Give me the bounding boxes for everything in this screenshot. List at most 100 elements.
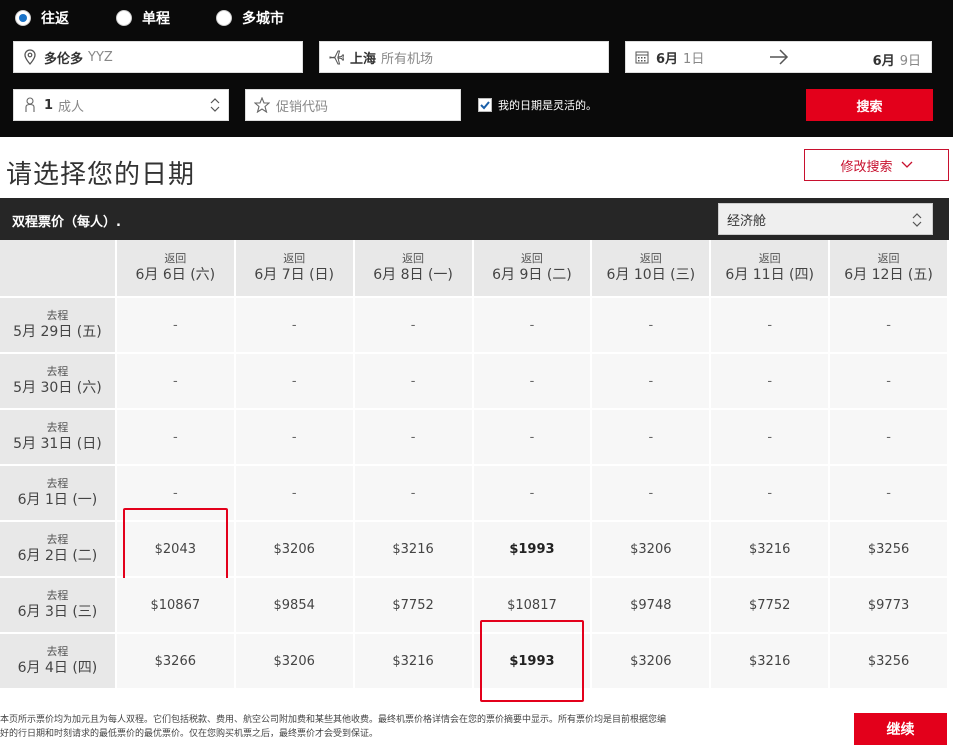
flexible-dates-label: 我的日期是灵活的。 <box>498 99 597 112</box>
fare-cell-unavailable: - <box>354 410 474 466</box>
depart-date-header: 去程 5月 30日 (六) <box>0 354 117 410</box>
destination-city: 上海 <box>350 51 377 67</box>
fare-cell[interactable]: $2043 <box>116 508 236 590</box>
origin-field[interactable]: 多伦多 YYZ <box>13 41 303 73</box>
fare-price: $7752 <box>392 597 434 613</box>
fare-price: $3256 <box>867 653 910 669</box>
return-label: 返回 <box>402 252 425 265</box>
promo-code-input[interactable]: 促销代码 <box>245 89 461 121</box>
return-date-header: 返回 6月 11日 (四) <box>711 240 831 298</box>
fare-cell[interactable]: $7752 <box>711 578 831 634</box>
fare-price: - <box>291 317 297 333</box>
fare-price: - <box>767 485 773 501</box>
fare-row: 去程 6月 2日 (二) $2043 $3206 $3216 $1993 $3206 $321… <box>0 508 949 590</box>
fare-price: $3216 <box>749 541 791 557</box>
continue-button[interactable]: 继续 <box>854 713 947 745</box>
fare-cell-unavailable: - <box>592 298 712 354</box>
fare-price: $3266 <box>154 653 196 669</box>
return-label: 返回 <box>877 252 900 265</box>
radio-icon <box>15 10 31 26</box>
fare-cell-unavailable: - <box>473 410 593 466</box>
fare-cell[interactable]: $3216 <box>711 522 831 578</box>
depart-label: 去程 <box>46 589 69 602</box>
date-range-field[interactable]: 6月 1日 6月 9日 <box>625 41 932 73</box>
depart-date: 5月 30日 (六) <box>13 380 102 396</box>
fare-grid-title: 双程票价（每人）. <box>12 215 121 230</box>
fare-cell[interactable]: $10867 <box>116 578 236 634</box>
fare-cell-unavailable: - <box>830 410 949 466</box>
passenger-select[interactable]: 1 成人 <box>13 89 229 121</box>
fare-cell[interactable]: $3206 <box>592 522 712 578</box>
return-month: 6月 <box>872 54 895 69</box>
modify-search-button[interactable]: 修改搜索 <box>804 149 949 181</box>
fare-cell[interactable]: $3256 <box>830 522 949 578</box>
fare-price: - <box>529 429 535 445</box>
fare-cell-unavailable: - <box>116 298 236 354</box>
fare-cell[interactable]: $3206 <box>235 522 355 578</box>
fare-price: - <box>291 485 297 501</box>
depart-date: 6月 2日 (二) <box>17 548 98 564</box>
depart-month: 6月 <box>656 51 679 67</box>
arrow-right-icon <box>769 48 789 70</box>
origin-city: 多伦多 <box>44 51 84 67</box>
return-date: 6月 9日 (二) <box>492 267 572 283</box>
fare-price: - <box>648 485 654 501</box>
fare-price: $3216 <box>392 653 434 669</box>
fare-cell[interactable]: $3206 <box>592 634 712 690</box>
flexible-dates-checkbox[interactable]: 我的日期是灵活的。 <box>478 97 597 113</box>
destination-airports: 所有机场 <box>381 51 434 67</box>
fare-disclaimer: 本页所示票价均为加元且为每人双程。它们包括税款、费用、航空公司附加费和某些其他收… <box>0 713 720 741</box>
fare-cell[interactable]: $1993 <box>473 522 593 578</box>
depart-date-header: 去程 6月 4日 (四) <box>0 634 117 690</box>
search-button[interactable]: 搜索 <box>806 89 933 121</box>
fare-price: - <box>767 317 773 333</box>
fare-cell-unavailable: - <box>235 410 355 466</box>
fare-cell[interactable]: $3216 <box>354 634 474 690</box>
return-date: 6月 12日 (五) <box>844 267 933 283</box>
fare-price: $3206 <box>273 653 315 669</box>
fare-cell[interactable]: $1993 <box>473 620 593 702</box>
depart-date-header: 去程 6月 2日 (二) <box>0 522 117 578</box>
fare-price: - <box>172 373 178 389</box>
cabin-select[interactable]: 经济舱 <box>718 203 933 235</box>
fare-cell[interactable]: $3216 <box>711 634 831 690</box>
fare-price: - <box>410 317 416 333</box>
fare-cell[interactable]: $3266 <box>116 634 236 690</box>
return-date: 6月 6日 (六) <box>135 267 216 283</box>
fare-cell-unavailable: - <box>830 298 949 354</box>
fare-cell-unavailable: - <box>711 354 831 410</box>
fare-cell-unavailable: - <box>592 354 712 410</box>
return-date-header: 返回 6月 12日 (五) <box>830 240 949 298</box>
search-panel: 往返 单程 多城市 多伦多 YYZ 上海 所有机场 6月 1日 6月 9日 1 … <box>0 0 953 137</box>
depart-date-header: 去程 5月 31日 (日) <box>0 410 117 466</box>
depart-label: 去程 <box>46 533 69 546</box>
fare-row: 去程 6月 3日 (三) $10867 $9854 $7752 $10817 $9748 $7… <box>0 578 949 634</box>
depart-date-header: 去程 5月 29日 (五) <box>0 298 117 354</box>
return-day: 9日 <box>899 54 921 69</box>
fare-grid-header: 双程票价（每人）. 经济舱 <box>0 198 949 240</box>
fare-cell-unavailable: - <box>830 466 949 522</box>
fare-price: $3206 <box>273 541 315 557</box>
fare-row: 去程 6月 4日 (四) $3266 $3206 $3216 $1993 $3206 $321… <box>0 620 949 702</box>
passenger-type: 成人 <box>58 99 85 115</box>
trip-type-multicity[interactable]: 多城市 <box>216 8 284 28</box>
fare-price: - <box>767 429 773 445</box>
fare-cell-unavailable: - <box>473 354 593 410</box>
fare-price: - <box>410 373 416 389</box>
fare-cell-unavailable: - <box>235 466 355 522</box>
fare-cell[interactable]: $7752 <box>354 578 474 634</box>
fare-cell[interactable]: $9854 <box>235 578 355 634</box>
disclaimer-line: 好的行日期和时刻请求的最低票价的最优票价。仅在您购买机票之后，最终票价才会受到保… <box>0 729 379 739</box>
fare-cell[interactable]: $3216 <box>354 522 474 578</box>
depart-label: 去程 <box>46 645 69 658</box>
fare-row: 去程 5月 29日 (五) - - - - - - - <box>0 298 949 354</box>
trip-type-roundtrip[interactable]: 往返 <box>15 8 69 28</box>
return-date-header: 返回 6月 7日 (日) <box>235 240 355 298</box>
fare-cell[interactable]: $3256 <box>830 634 949 690</box>
destination-field[interactable]: 上海 所有机场 <box>319 41 609 73</box>
fare-cell[interactable]: $3206 <box>235 634 355 690</box>
return-label: 返回 <box>520 252 543 265</box>
trip-type-oneway[interactable]: 单程 <box>116 8 170 28</box>
fare-cell[interactable]: $9773 <box>830 578 949 634</box>
fare-cell[interactable]: $9748 <box>592 578 712 634</box>
